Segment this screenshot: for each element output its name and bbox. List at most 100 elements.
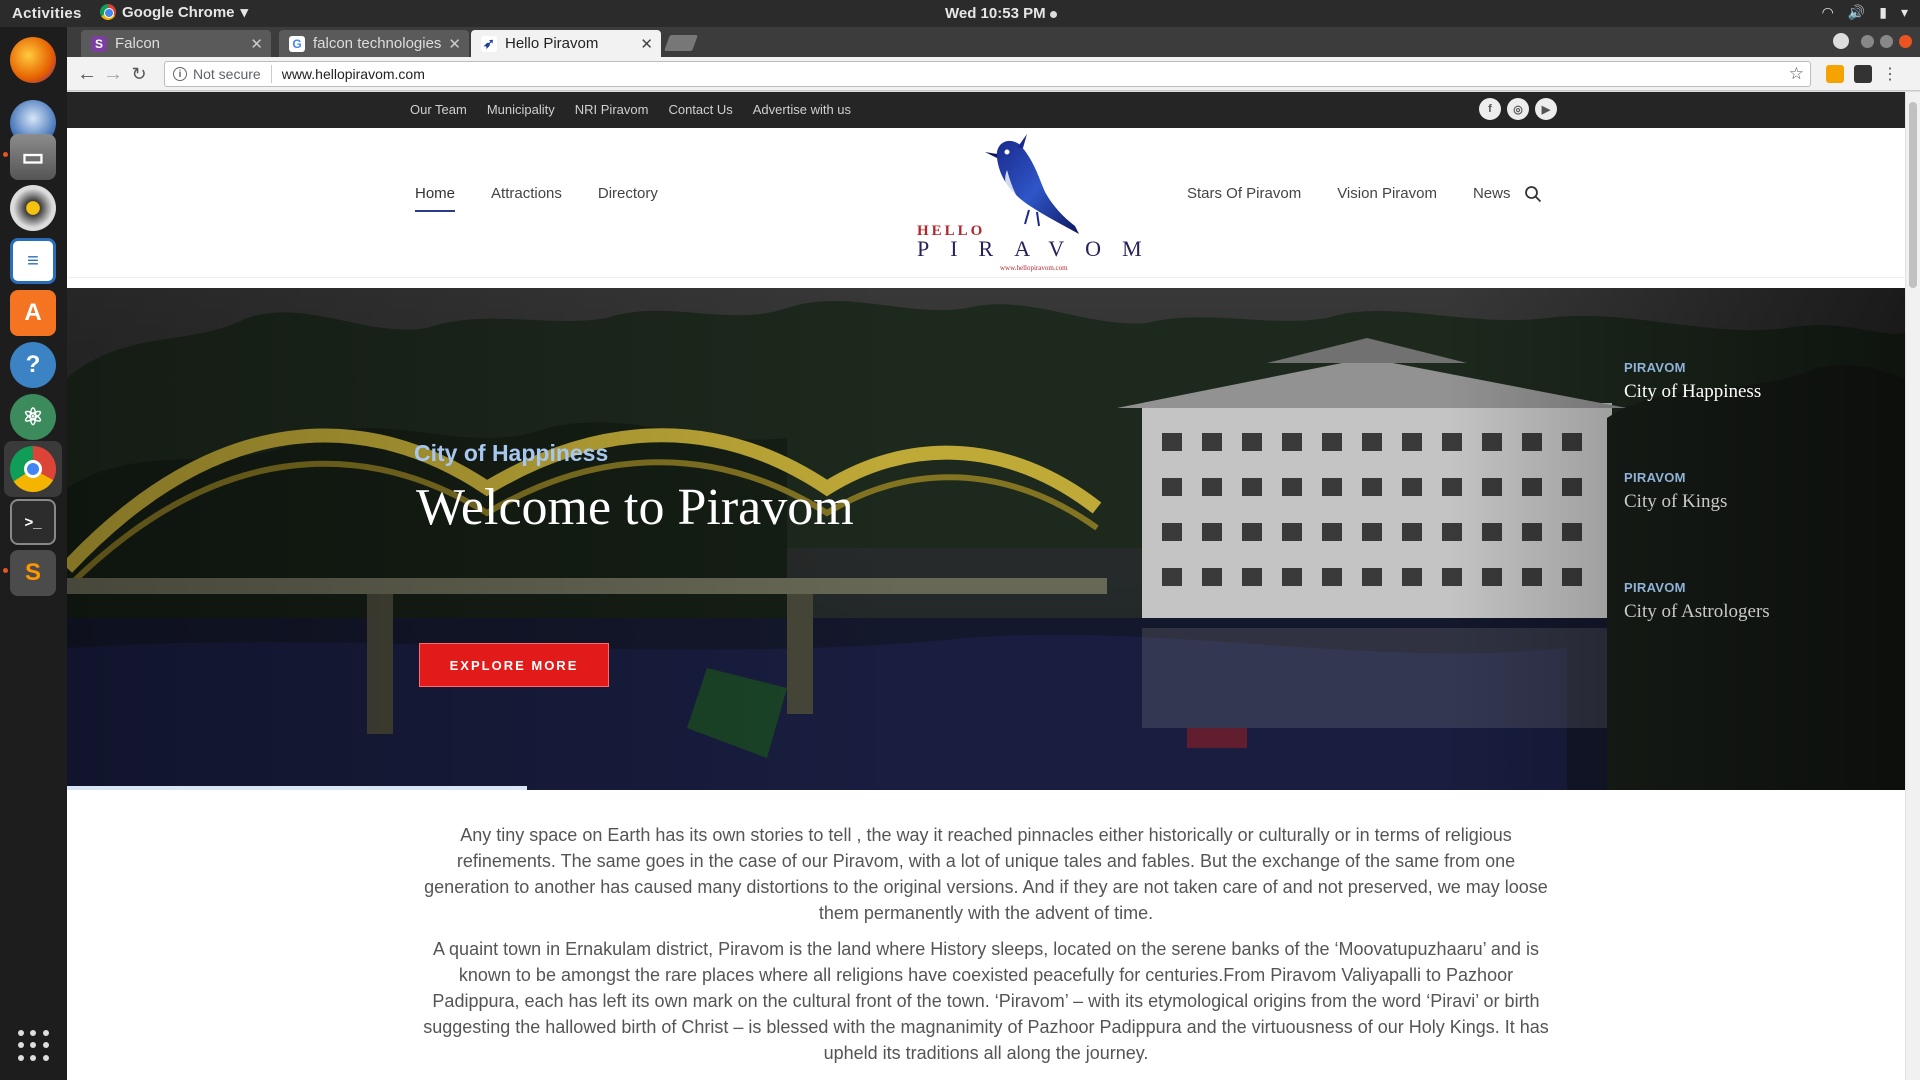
chevron-down-icon: ▾ — [240, 4, 249, 21]
forward-button[interactable]: → — [101, 62, 125, 86]
chrome-menu-icon[interactable]: ⋮ — [1882, 64, 1898, 84]
tab-title: Hello Piravom — [505, 35, 599, 52]
files-icon[interactable]: ▭ — [10, 134, 56, 180]
clock-label: Wed 10:53 PM — [945, 5, 1046, 22]
nav-news[interactable]: News — [1473, 185, 1511, 202]
explore-more-button[interactable]: EXPLORE MORE — [419, 643, 609, 687]
running-indicator — [3, 152, 8, 157]
browser-toolbar: ← → ↻ i Not secure www.hellopiravom.com … — [67, 57, 1920, 91]
nav-vision-piravom[interactable]: Vision Piravom — [1337, 185, 1437, 202]
chevron-down-icon: ▾ — [1900, 4, 1908, 20]
logo-text-piravom: PIRAVOM — [917, 236, 1163, 261]
extensions: ⋮ — [1826, 64, 1898, 84]
intro-paragraph: A quaint town in Ernakulam district, Pir… — [423, 939, 1549, 1063]
url-text[interactable]: www.hellopiravom.com — [272, 66, 425, 82]
slide-nav-item-2[interactable]: PIRAVOM City of Kings — [1624, 470, 1884, 513]
utility-link-nri-piravom[interactable]: NRI Piravom — [575, 102, 649, 117]
back-button[interactable]: ← — [75, 62, 99, 86]
tab-title: falcon technologies — [313, 35, 442, 52]
minimize-button[interactable] — [1861, 34, 1874, 48]
hero-title: Welcome to Piravom — [416, 479, 854, 536]
tab-hello-piravom[interactable]: ➶ Hello Piravom ✕ — [471, 30, 661, 57]
slide-progress-bar — [67, 786, 527, 790]
clock[interactable]: Wed 10:53 PM — [945, 5, 1057, 22]
slide-nav-title: City of Happiness — [1624, 381, 1762, 402]
app-menu-label: Google Chrome — [122, 3, 235, 21]
nav-directory[interactable]: Directory — [598, 185, 658, 212]
slide-nav-item-1[interactable]: PIRAVOM City of Happiness — [1624, 360, 1884, 403]
wifi-icon: ◠ — [1821, 4, 1834, 20]
logo-url: www.hellopiravom.com — [1000, 264, 1068, 272]
instagram-icon[interactable]: ◎ — [1507, 98, 1529, 120]
bird-favicon-icon: ➶ — [481, 35, 497, 52]
page-scrollbar[interactable] — [1905, 92, 1920, 1080]
app-menu[interactable]: Google Chrome ▾ — [100, 3, 248, 21]
software-icon[interactable]: A — [10, 290, 56, 336]
slide-nav-label: PIRAVOM — [1624, 360, 1686, 375]
bookmark-star-icon[interactable]: ☆ — [1789, 64, 1804, 84]
slide-nav-title: City of Kings — [1624, 491, 1728, 512]
window-controls — [1833, 33, 1912, 49]
hero-slider: City of Happiness Welcome to Piravom EXP… — [67, 288, 1905, 790]
tab-falcon-technologies[interactable]: G falcon technologies ✕ — [279, 30, 469, 57]
utility-link-our-team[interactable]: Our Team — [410, 102, 467, 117]
nav-home[interactable]: Home — [415, 185, 456, 212]
security-label: Not secure — [193, 66, 261, 82]
tab-falcon[interactable]: S Falcon ✕ — [81, 30, 271, 57]
tab-favicon-icon: S — [91, 35, 107, 52]
utility-link-advertise[interactable]: Advertise with us — [753, 102, 851, 117]
battery-icon: ▮ — [1879, 4, 1887, 20]
terminal-icon[interactable]: >_ — [10, 499, 56, 545]
tab-strip: S Falcon ✕ G falcon technologies ✕ ➶ Hel… — [67, 27, 1920, 57]
intro-paragraph: Any tiny space on Earth has its own stor… — [424, 825, 1548, 923]
youtube-icon[interactable]: ▶ — [1535, 98, 1557, 120]
utility-link-municipality[interactable]: Municipality — [487, 102, 555, 117]
sublime-text-icon[interactable]: S — [10, 550, 56, 596]
slide-nav-label: PIRAVOM — [1624, 580, 1686, 595]
dock: ▭ ≡ A ? ⚛ >_ S — [0, 27, 67, 1080]
extension-icon[interactable] — [1826, 65, 1844, 83]
search-icon[interactable] — [1524, 185, 1542, 203]
extension-icon[interactable] — [1854, 65, 1872, 83]
address-bar[interactable]: i Not secure www.hellopiravom.com ☆ — [164, 61, 1811, 87]
profile-icon[interactable] — [1833, 33, 1849, 49]
system-tray[interactable]: ◠ 🔊 ▮ ▾ — [1822, 4, 1908, 21]
nav-stars-of-piravom[interactable]: Stars Of Piravom — [1187, 185, 1301, 202]
site-logo[interactable]: HELLO PIRAVOM www.hellopiravom.com — [857, 130, 1142, 272]
info-icon: i — [173, 67, 187, 81]
firefox-icon[interactable] — [10, 37, 56, 83]
security-indicator[interactable]: i Not secure — [165, 65, 272, 83]
close-icon[interactable]: ✕ — [640, 35, 653, 53]
utility-bar: Our Team Municipality NRI Piravom Contac… — [67, 92, 1905, 128]
social-links: f ◎ ▶ — [1479, 98, 1557, 120]
running-indicator — [3, 568, 8, 573]
slide-nav-item-3[interactable]: PIRAVOM City of Astrologers — [1624, 580, 1884, 623]
tab-title: Falcon — [115, 35, 161, 52]
show-applications-icon[interactable] — [18, 1030, 50, 1062]
close-window-button[interactable] — [1899, 34, 1912, 48]
scrollbar-thumb[interactable] — [1909, 102, 1917, 288]
hero-kicker: City of Happiness — [414, 440, 609, 466]
facebook-icon[interactable]: f — [1479, 98, 1501, 120]
slide-nav-label: PIRAVOM — [1624, 470, 1686, 485]
atom-icon[interactable]: ⚛ — [10, 394, 56, 440]
web-page: Our Team Municipality NRI Piravom Contac… — [67, 92, 1905, 1080]
close-icon[interactable]: ✕ — [448, 35, 461, 53]
maximize-button[interactable] — [1880, 34, 1893, 48]
main-nav-right: Stars Of Piravom Vision Piravom News — [1187, 185, 1510, 202]
browser-window: S Falcon ✕ G falcon technologies ✕ ➶ Hel… — [67, 27, 1920, 1080]
rhythmbox-icon[interactable] — [10, 185, 56, 231]
intro-section: Any tiny space on Earth has its own stor… — [413, 822, 1559, 1076]
new-tab-button[interactable] — [664, 35, 698, 51]
close-icon[interactable]: ✕ — [250, 35, 263, 53]
help-icon[interactable]: ? — [10, 342, 56, 388]
site-header: Home Attractions Directory HELLO PIRAVOM… — [67, 128, 1905, 278]
nav-attractions[interactable]: Attractions — [491, 185, 562, 212]
reload-button[interactable]: ↻ — [127, 62, 151, 86]
activities-button[interactable]: Activities — [12, 5, 82, 22]
utility-nav: Our Team Municipality NRI Piravom Contac… — [410, 102, 851, 117]
utility-link-contact-us[interactable]: Contact Us — [668, 102, 732, 117]
chrome-dock-icon[interactable] — [10, 446, 56, 492]
slide-nav-title: City of Astrologers — [1624, 601, 1770, 622]
writer-icon[interactable]: ≡ — [10, 238, 56, 284]
